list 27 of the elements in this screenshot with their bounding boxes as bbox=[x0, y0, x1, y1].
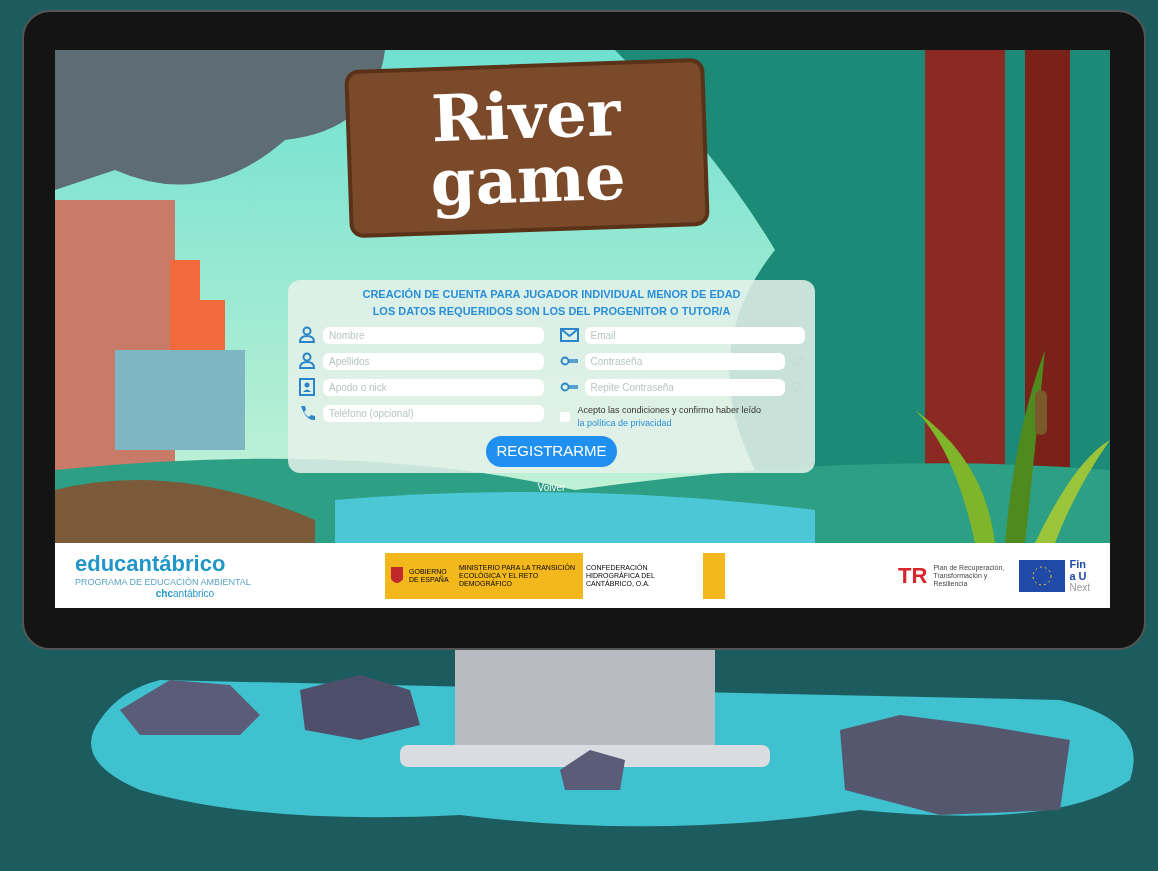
form-title: LOS DATOS REQUERIDOS SON LOS DEL PROGENITOR O TUTOR/A bbox=[372, 305, 731, 318]
input-field[interactable]: Teléfono (opcional) bbox=[323, 404, 544, 422]
input-field[interactable]: Apodo o nick bbox=[323, 378, 544, 396]
input-field[interactable]: Apellidos bbox=[323, 352, 544, 370]
person-icon bbox=[298, 352, 317, 370]
terms-text: Acepto las condiciones y confirmo haber leído la política de privacidad bbox=[577, 404, 763, 430]
form-title: CREACIÓN DE CUENTA PARA JUGADOR INDIVIDUAL MENOR DE EDAD bbox=[362, 288, 741, 301]
eu-flag-icon bbox=[1019, 559, 1066, 592]
terms-checkbox[interactable] bbox=[559, 412, 570, 422]
id-card-icon bbox=[298, 378, 317, 396]
brand-caption: chcantábrico bbox=[155, 587, 215, 600]
recovery-plan-logo: TR bbox=[898, 562, 928, 590]
brand-name: educantábrico bbox=[75, 551, 226, 576]
input-field[interactable]: Contraseña bbox=[584, 352, 785, 370]
privacy-link[interactable]: la política de privacidad bbox=[577, 418, 672, 428]
phone-icon bbox=[298, 404, 317, 422]
logo-caption: a U bbox=[1069, 569, 1088, 582]
brand-subtitle: PROGRAMA DE EDUCACIÓN AMBIENTAL bbox=[75, 575, 251, 588]
mail-icon bbox=[559, 326, 579, 344]
logo-caption: Next bbox=[1069, 581, 1090, 594]
input-field[interactable]: Email bbox=[584, 326, 805, 344]
logo-caption: Fin bbox=[1069, 557, 1087, 570]
input-field[interactable]: Repite Contraseña bbox=[584, 378, 785, 396]
person-icon bbox=[298, 326, 317, 344]
logo-title: River bbox=[430, 80, 622, 152]
register-button[interactable]: REGISTRARME bbox=[486, 436, 617, 467]
input-field[interactable]: Nombre bbox=[323, 326, 544, 344]
